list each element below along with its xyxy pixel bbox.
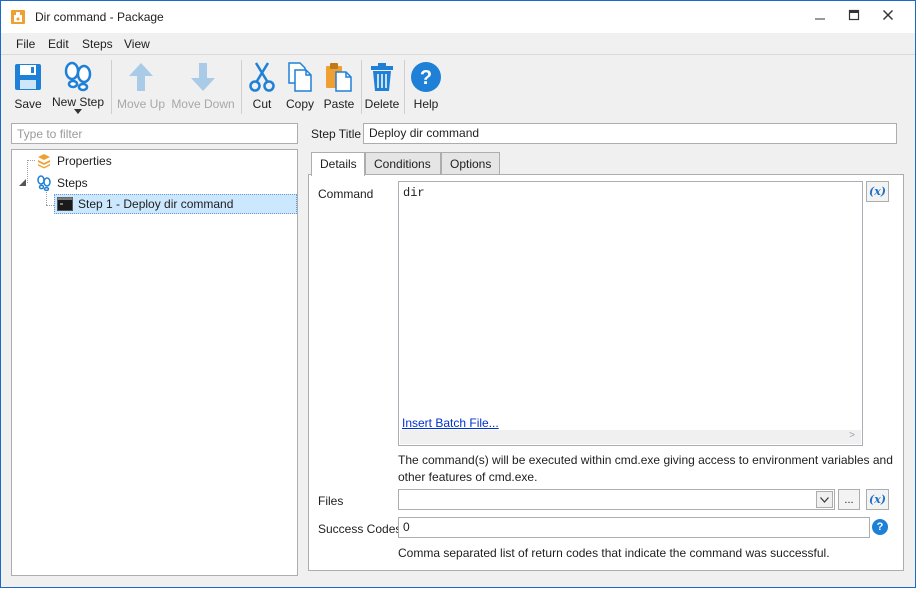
command-variable-button[interactable]: (x) <box>866 181 889 202</box>
menu-file[interactable]: File <box>16 37 35 51</box>
step-tree: Properties Steps Step 1 - Deploy dir com… <box>11 149 298 576</box>
paste-button[interactable]: Paste <box>322 59 356 115</box>
app-icon <box>10 9 26 25</box>
command-label: Command <box>318 187 374 201</box>
new-step-label: New Step <box>51 95 105 109</box>
help-button[interactable]: ? Help <box>409 59 443 115</box>
minimize-icon <box>815 18 825 20</box>
footsteps-icon <box>61 59 95 95</box>
scroll-right-icon[interactable]: > <box>849 430 855 441</box>
minimize-button[interactable] <box>803 1 837 29</box>
files-dropdown[interactable] <box>398 489 835 510</box>
chevron-down-icon <box>820 496 829 503</box>
dropdown-arrow-icon <box>74 109 82 114</box>
command-editor[interactable]: dir Insert Batch File... > <box>398 181 863 446</box>
filter-input[interactable] <box>17 126 292 141</box>
svg-text:?: ? <box>420 67 432 89</box>
success-codes-label: Success Codes <box>318 522 402 536</box>
arrow-up-icon <box>124 59 158 95</box>
success-codes-help-icon[interactable]: ? <box>872 519 888 535</box>
scissors-icon <box>245 59 279 95</box>
insert-batch-file-link[interactable]: Insert Batch File... <box>402 416 499 430</box>
close-button[interactable] <box>871 1 905 29</box>
close-icon <box>883 10 893 20</box>
new-step-button[interactable]: New Step <box>51 59 105 115</box>
move-down-label: Move Down <box>171 97 235 111</box>
app-window: Dir command - Package File Edit Steps Vi… <box>0 0 916 588</box>
tree-item-label: Steps <box>57 176 88 190</box>
tree-item-properties[interactable]: Properties <box>36 151 112 171</box>
filter-box <box>11 123 298 144</box>
files-dropdown-arrow[interactable] <box>816 491 833 508</box>
details-panel: Command dir Insert Batch File... > (x) T… <box>308 174 904 571</box>
paste-icon <box>322 59 356 95</box>
tree-line <box>27 160 35 161</box>
toolbar-separator <box>361 60 362 114</box>
save-label: Save <box>14 97 42 111</box>
maximize-button[interactable] <box>837 1 871 29</box>
maximize-icon <box>848 9 860 21</box>
toolbar-separator <box>404 60 405 114</box>
tree-line <box>46 192 47 205</box>
expand-triangle-icon[interactable] <box>19 179 26 186</box>
save-button[interactable]: Save <box>11 59 45 115</box>
menu-bar: File Edit Steps View <box>1 33 915 55</box>
paste-label: Paste <box>323 97 355 111</box>
files-variable-button[interactable]: (x) <box>866 489 889 510</box>
toolbar-separator <box>241 60 242 114</box>
trash-icon <box>365 59 399 95</box>
menu-steps[interactable]: Steps <box>82 37 113 51</box>
tab-details[interactable]: Details <box>311 152 365 176</box>
menu-edit[interactable]: Edit <box>48 37 69 51</box>
arrow-down-icon <box>186 59 220 95</box>
tree-item-label: Properties <box>57 154 112 168</box>
menu-view[interactable]: View <box>124 37 150 51</box>
command-text: dir <box>403 186 425 200</box>
move-up-button[interactable]: Move Up <box>115 59 167 115</box>
delete-label: Delete <box>364 97 400 111</box>
tree-item-step-1[interactable]: Step 1 - Deploy dir command <box>54 194 297 214</box>
tree-item-steps[interactable]: Steps <box>36 173 88 193</box>
horizontal-scrollbar[interactable]: > <box>400 430 861 444</box>
window-title: Dir command - Package <box>35 10 164 24</box>
command-help-text: The command(s) will be executed within c… <box>398 453 893 484</box>
cut-button[interactable]: Cut <box>247 59 277 115</box>
copy-label: Copy <box>285 97 314 111</box>
copy-icon <box>283 59 317 95</box>
success-codes-input[interactable]: 0 <box>398 517 870 538</box>
move-down-button[interactable]: Move Down <box>170 59 236 115</box>
variable-icon: (x) <box>869 185 886 198</box>
footsteps-icon <box>36 175 52 191</box>
step-title-input[interactable]: Deploy dir command <box>363 123 897 144</box>
step-title-label: Step Title <box>311 127 362 141</box>
console-icon <box>57 196 73 212</box>
tab-conditions[interactable]: Conditions <box>365 152 441 175</box>
move-up-label: Move Up <box>116 97 166 111</box>
toolbar-separator <box>111 60 112 114</box>
tab-options[interactable]: Options <box>441 152 500 175</box>
properties-icon <box>36 153 52 169</box>
tree-line <box>46 205 54 206</box>
variable-icon: (x) <box>869 493 886 506</box>
help-label: Help <box>413 97 439 111</box>
question-icon: ? <box>409 59 443 95</box>
tree-line <box>27 160 28 183</box>
delete-button[interactable]: Delete <box>364 59 400 115</box>
toolbar: Save New Step Move Up Move Down Cut Copy… <box>1 56 915 118</box>
cut-label: Cut <box>252 97 272 111</box>
title-bar: Dir command - Package <box>1 1 915 33</box>
browse-files-button[interactable]: ... <box>838 489 860 510</box>
files-label: Files <box>318 494 344 508</box>
save-icon <box>11 59 45 95</box>
copy-button[interactable]: Copy <box>284 59 316 115</box>
tree-item-label: Step 1 - Deploy dir command <box>78 197 234 211</box>
success-codes-help-text: Comma separated list of return codes tha… <box>398 546 830 560</box>
